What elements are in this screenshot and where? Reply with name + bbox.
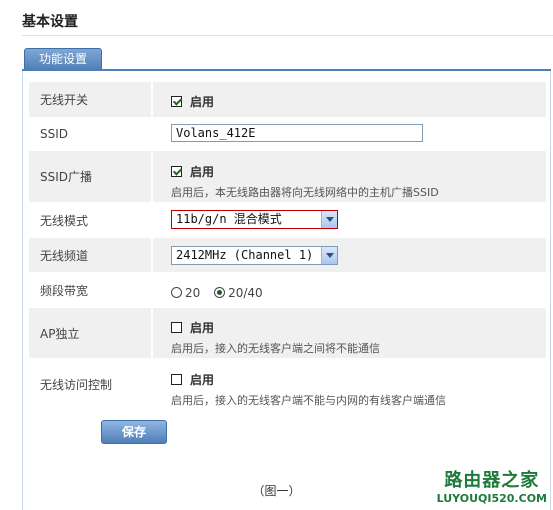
access-control-option: 启用 [190,373,215,387]
ssid-broadcast-hint: 启用后，本无线路由器将向无线网络中的主机广播SSID [171,186,439,199]
ap-isolation-option: 启用 [190,321,215,335]
ssid-broadcast-label: SSID广播 [29,151,151,202]
ap-isolation-label: AP独立 [29,308,151,358]
ap-isolation-hint: 启用后，接入的无线客户端之间将不能通信 [171,342,380,355]
wireless-channel-select[interactable]: 2412MHz (Channel 1) [171,246,338,265]
access-control-hint: 启用后，接入的无线客户端不能与内网的有线客户端通信 [171,394,446,407]
wireless-mode-select[interactable]: 11b/g/n 混合模式 [171,210,338,229]
bandwidth-radio-20[interactable] [171,287,182,298]
row-ap-isolation: AP独立 启用 启用后，接入的无线客户端之间将不能通信 [29,308,546,358]
chevron-down-icon[interactable] [321,211,337,228]
row-ssid: SSID Volans_412E [29,117,546,150]
wireless-mode-label: 无线模式 [29,203,151,237]
ssid-broadcast-checkbox[interactable] [171,166,182,177]
watermark-logo: 路由器之家 LUYOUQI520.COM [437,466,547,505]
row-wireless-switch: 无线开关 启用 [29,82,546,117]
watermark-title: 路由器之家 [444,470,540,491]
page-title: 基本设置 [22,14,78,30]
ap-isolation-checkbox[interactable] [171,322,182,333]
wireless-channel-label: 无线频道 [29,238,151,272]
access-control-label: 无线访问控制 [29,359,151,409]
bandwidth-radio-20-40[interactable] [214,287,226,298]
wireless-switch-label: 无线开关 [29,82,151,117]
access-control-checkbox[interactable] [171,374,182,385]
tab-function-settings[interactable]: 功能设置 [24,48,102,70]
bandwidth-label: 频段带宽 [29,273,151,307]
bandwidth-option-20: 20 [185,285,201,300]
wireless-switch-checkbox[interactable] [171,96,182,107]
wireless-mode-value: 11b/g/n 混合模式 [176,212,282,226]
save-button[interactable]: 保存 [101,420,167,444]
row-access-control: 无线访问控制 启用 启用后，接入的无线客户端不能与内网的有线客户端通信 [29,359,546,409]
wireless-switch-option: 启用 [190,95,215,109]
title-divider [22,35,553,36]
ssid-broadcast-option: 启用 [190,165,215,179]
row-ssid-broadcast: SSID广播 启用 启用后，本无线路由器将向无线网络中的主机广播SSID [29,151,546,202]
ssid-label: SSID [29,117,151,150]
row-wireless-mode: 无线模式 11b/g/n 混合模式 [29,203,546,237]
wireless-channel-value: 2412MHz (Channel 1) [176,248,314,262]
row-bandwidth: 频段带宽 20 20/40 [29,273,546,307]
ssid-input[interactable]: Volans_412E [171,124,423,142]
bandwidth-option-20-40: 20/40 [228,285,263,300]
row-wireless-channel: 无线频道 2412MHz (Channel 1) [29,238,546,272]
chevron-down-icon[interactable] [321,247,337,264]
watermark-url: LUYOUQI520.COM [436,492,547,505]
